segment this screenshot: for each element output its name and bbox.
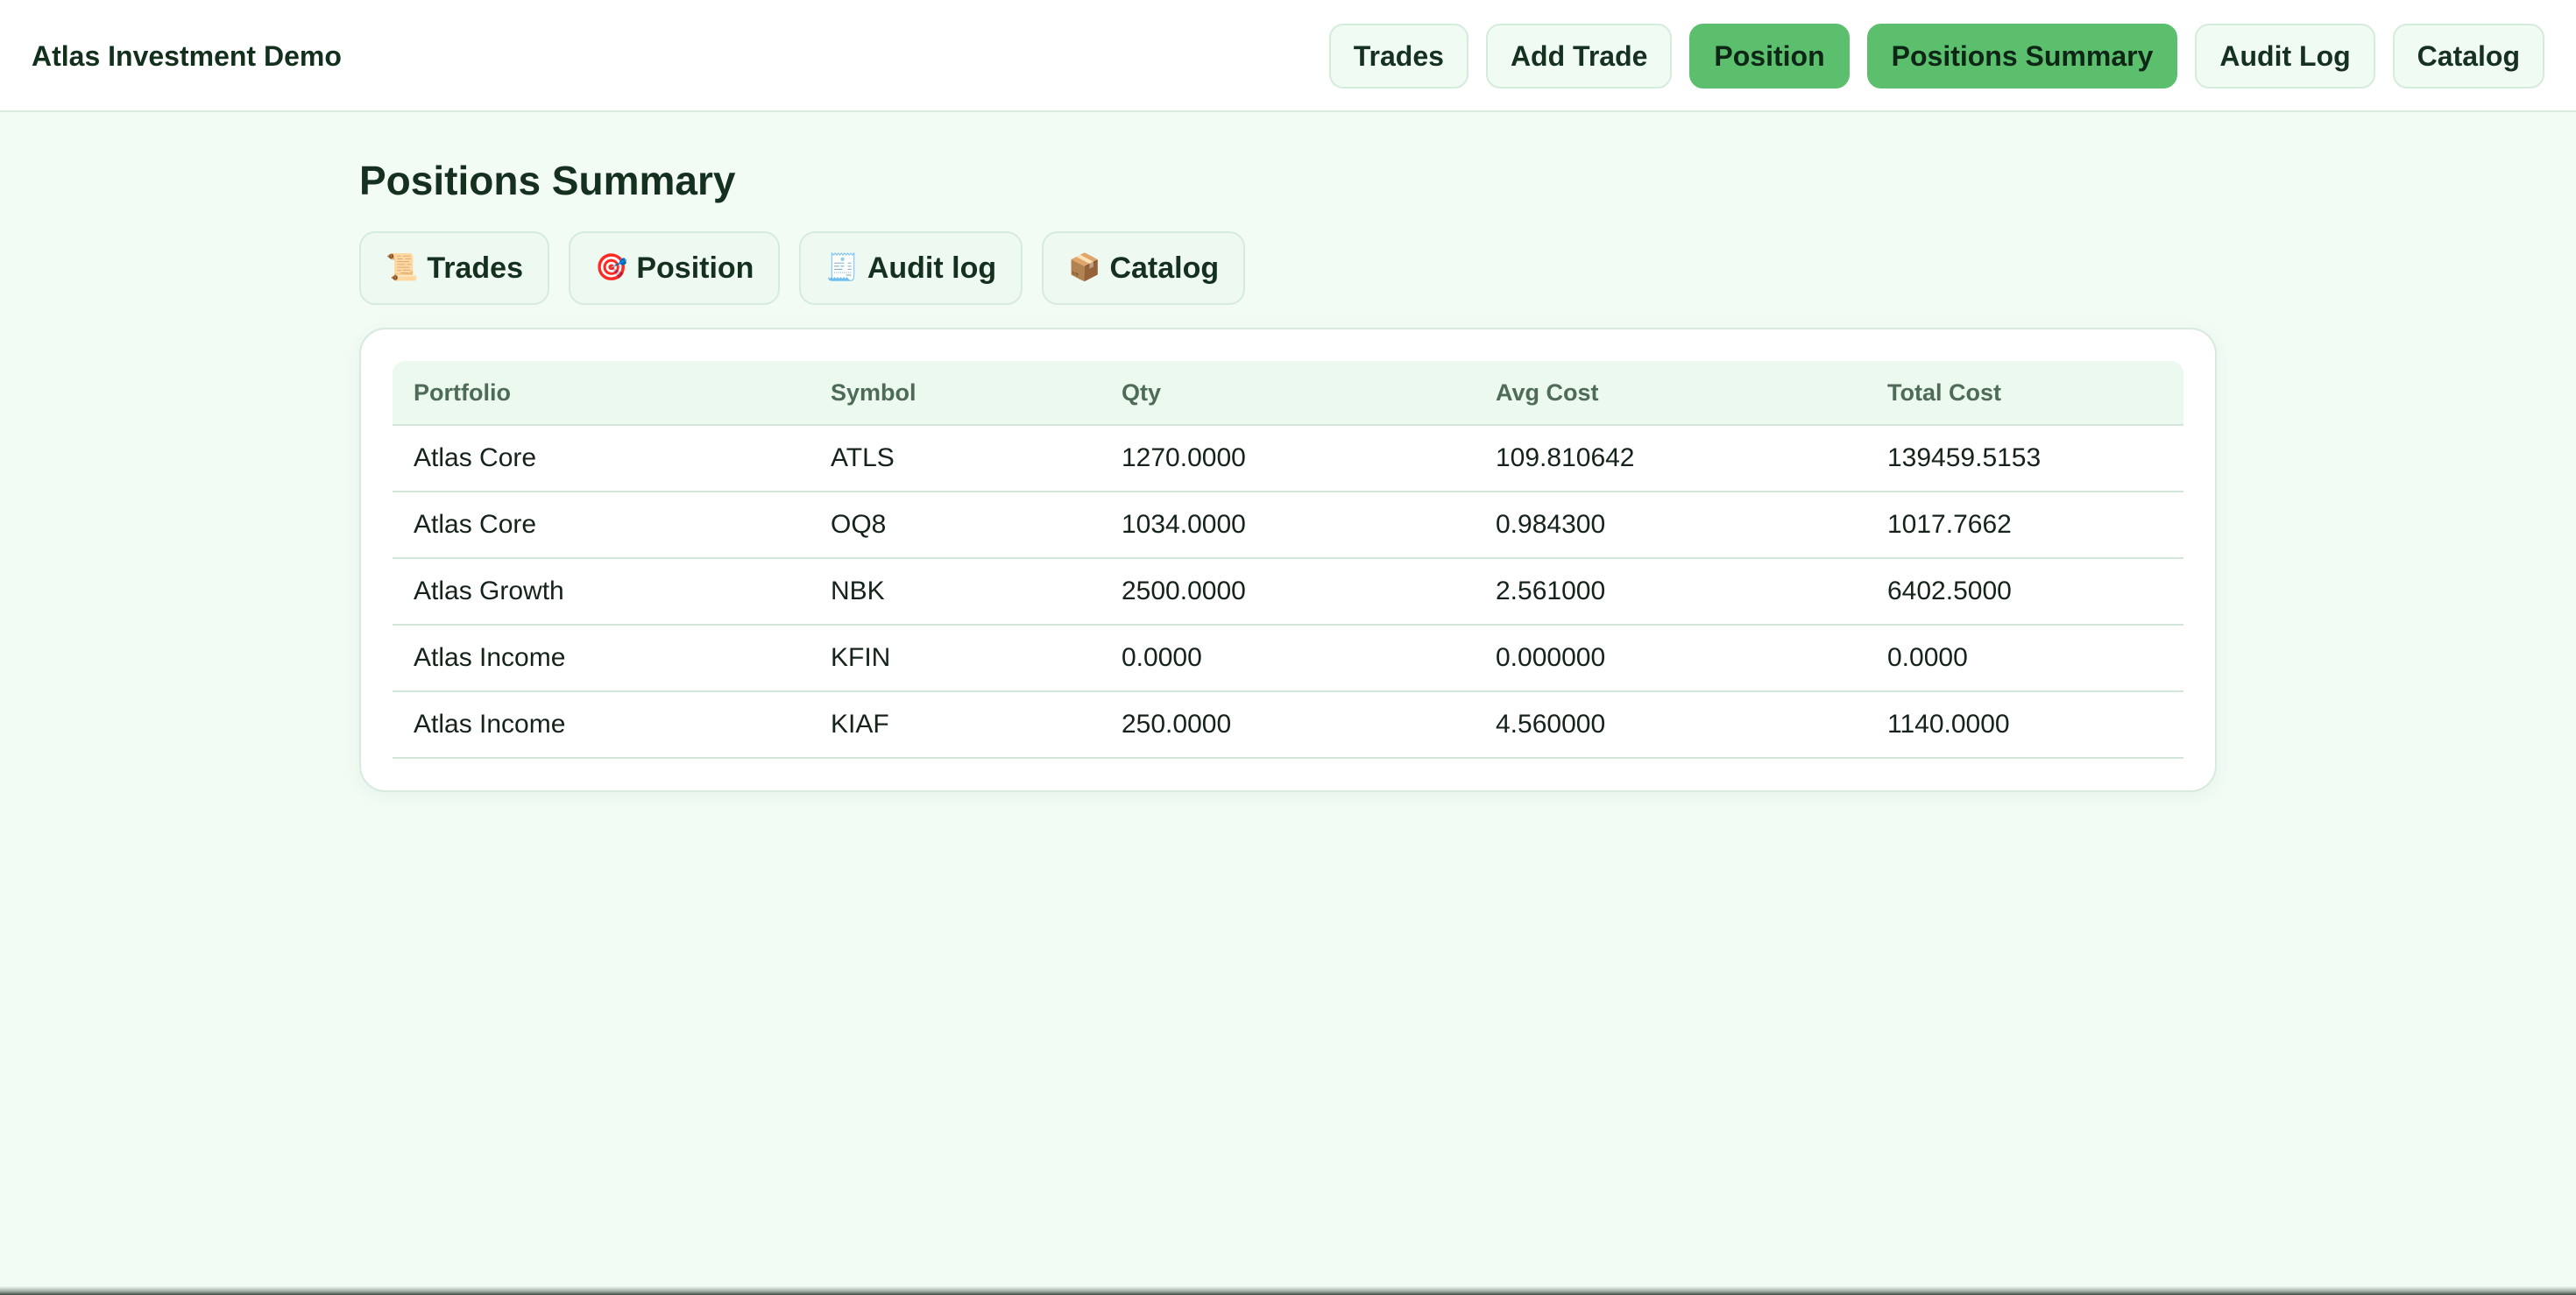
page-title: Positions Summary	[359, 158, 736, 203]
cell-portfolio: Atlas Income	[393, 691, 810, 759]
nav-trades-button[interactable]: Trades	[1328, 24, 1468, 88]
nav-positions-summary-button[interactable]: Positions Summary	[1866, 24, 2178, 88]
nav-position-button[interactable]: Position	[1689, 24, 1850, 88]
table-header-row: Portfolio Symbol Qty Avg Cost Total Cost	[393, 361, 2183, 426]
quick-link-label: Audit log	[867, 251, 997, 285]
quick-link-label: Trades	[427, 251, 523, 285]
cell-total-cost: 139459.5153	[1866, 425, 2183, 492]
receipt-icon: 🧾	[825, 253, 859, 282]
quick-link-catalog-button[interactable]: 📦 Catalog	[1042, 231, 1246, 305]
cell-total-cost: 1017.7662	[1866, 492, 2183, 559]
quick-link-trades-button[interactable]: 📜 Trades	[359, 231, 549, 305]
positions-table: Portfolio Symbol Qty Avg Cost Total Cost…	[393, 361, 2183, 759]
cell-portfolio: Atlas Core	[393, 492, 810, 559]
cell-portfolio: Atlas Core	[393, 425, 810, 492]
table-row: Atlas Growth NBK 2500.0000 2.561000 6402…	[393, 558, 2183, 626]
table-row: Atlas Core ATLS 1270.0000 109.810642 139…	[393, 425, 2183, 492]
nav-audit-log-button[interactable]: Audit Log	[2195, 24, 2375, 88]
column-header-qty[interactable]: Qty	[1100, 361, 1475, 426]
column-header-portfolio[interactable]: Portfolio	[393, 361, 810, 426]
quick-link-label: Position	[636, 251, 754, 285]
cell-symbol: KFIN	[810, 625, 1100, 692]
cell-portfolio: Atlas Income	[393, 625, 810, 692]
cell-avg-cost: 0.000000	[1475, 625, 1866, 692]
cell-avg-cost: 2.561000	[1475, 558, 1866, 626]
box-icon: 📦	[1068, 253, 1101, 282]
scroll-icon: 📜	[386, 253, 419, 282]
cell-qty: 1034.0000	[1100, 492, 1475, 559]
nav-add-trade-button[interactable]: Add Trade	[1485, 24, 1673, 88]
cell-avg-cost: 0.984300	[1475, 492, 1866, 559]
cell-total-cost: 0.0000	[1866, 625, 2183, 692]
quick-link-position-button[interactable]: 🎯 Position	[568, 231, 781, 305]
cell-portfolio: Atlas Growth	[393, 558, 810, 626]
cell-symbol: KIAF	[810, 691, 1100, 759]
cell-avg-cost: 4.560000	[1475, 691, 1866, 759]
cell-qty: 1270.0000	[1100, 425, 1475, 492]
cell-avg-cost: 109.810642	[1475, 425, 1866, 492]
nav-catalog-button[interactable]: Catalog	[2392, 24, 2544, 88]
cell-symbol: NBK	[810, 558, 1100, 626]
window-bottom-edge	[0, 1286, 2576, 1295]
cell-total-cost: 1140.0000	[1866, 691, 2183, 759]
top-nav: Trades Add Trade Position Positions Summ…	[1328, 24, 2544, 88]
cell-qty: 250.0000	[1100, 691, 1475, 759]
table-row: Atlas Income KIAF 250.0000 4.560000 1140…	[393, 691, 2183, 759]
column-header-symbol[interactable]: Symbol	[810, 361, 1100, 426]
quick-link-label: Catalog	[1109, 251, 1220, 285]
positions-summary-card: Portfolio Symbol Qty Avg Cost Total Cost…	[359, 328, 2217, 792]
column-header-total-cost[interactable]: Total Cost	[1866, 361, 2183, 426]
cell-qty: 2500.0000	[1100, 558, 1475, 626]
quick-links: 📜 Trades 🎯 Position 🧾 Audit log 📦 Catalo…	[359, 231, 1246, 305]
top-navigation-bar: Atlas Investment Demo Trades Add Trade P…	[0, 0, 2576, 112]
cell-total-cost: 6402.5000	[1866, 558, 2183, 626]
column-header-avg-cost[interactable]: Avg Cost	[1475, 361, 1866, 426]
target-icon: 🎯	[594, 253, 628, 282]
app-title: Atlas Investment Demo	[32, 40, 342, 72]
table-row: Atlas Income KFIN 0.0000 0.000000 0.0000	[393, 625, 2183, 692]
cell-qty: 0.0000	[1100, 625, 1475, 692]
cell-symbol: OQ8	[810, 492, 1100, 559]
cell-symbol: ATLS	[810, 425, 1100, 492]
quick-link-audit-log-button[interactable]: 🧾 Audit log	[799, 231, 1023, 305]
table-row: Atlas Core OQ8 1034.0000 0.984300 1017.7…	[393, 492, 2183, 559]
